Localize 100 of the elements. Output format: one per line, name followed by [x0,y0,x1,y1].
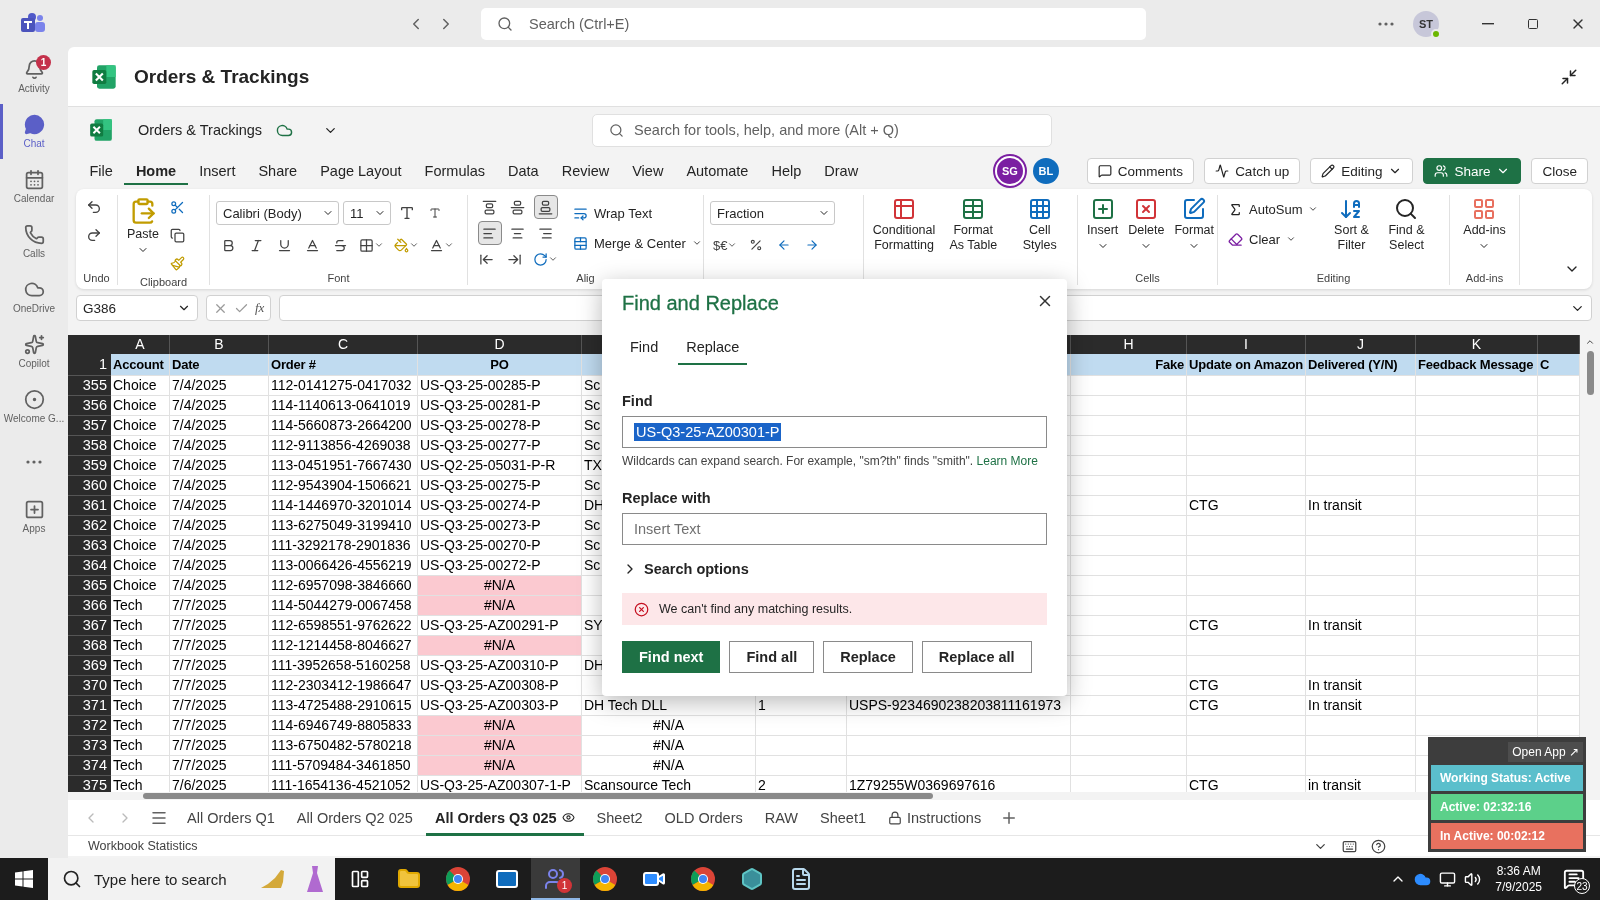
table-cell: CTG [1187,676,1306,696]
table-cell: Choice [111,576,170,596]
table-cell: Tech [111,636,170,656]
table-cell: 111-5709484-3461850 [269,756,418,776]
table-cell: In transit [1306,696,1416,716]
row-number: 356 [68,396,111,416]
table-cell: Tech [111,696,170,716]
row-number: 358 [68,436,111,456]
table-cell: US-Q3-25-AZ00303-P [418,696,582,716]
table-cell: 112-6598551-9762622 [269,616,418,636]
table-cell: In transit [1306,676,1416,696]
dialog-title: Find and Replace [622,291,779,315]
table-cell: #N/A [582,716,756,736]
header-cell: Fake [1071,354,1187,376]
row-number: 366 [68,596,111,616]
table-cell: 7/4/2025 [170,476,269,496]
header-cell: Delivered (Y/N) [1306,354,1416,376]
table-cell: 112-9113856-4269038 [269,436,418,456]
table-cell: #N/A [418,736,582,756]
table-cell: 7/7/2025 [170,676,269,696]
table-cell: Choice [111,436,170,456]
table-cell: 111-3952658-5160258 [269,656,418,676]
table-cell: 7/4/2025 [170,396,269,416]
table-cell: US-Q3-25-00277-P [418,436,582,456]
table-cell: 7/7/2025 [170,716,269,736]
table-cell: US-Q3-25-00285-P [418,376,582,396]
table-cell: US-Q3-25-00270-P [418,536,582,556]
table-cell: Tech [111,716,170,736]
table-cell: Tech [111,736,170,756]
table-cell: Choice [111,556,170,576]
table-cell: US-Q3-25-00274-P [418,496,582,516]
table-cell: Choice [111,376,170,396]
row-number: 367 [68,616,111,636]
table-cell: Choice [111,456,170,476]
table-cell: Choice [111,536,170,556]
notification-badge: 1 [36,55,51,70]
row-number: 374 [68,756,111,776]
table-cell: 7/6/2025 [170,776,269,792]
group-label: Alig [575,271,596,285]
table-cell: CTG [1187,776,1306,792]
table-cell: 1Z79255W0369697616 [847,776,1071,792]
table-cell: US-Q3-25-AZ00308-P [418,676,582,696]
table-cell: 7/4/2025 [170,576,269,596]
header-cell: Account [111,354,170,376]
table-cell: CTG [1187,696,1306,716]
table-cell: US-Q3-25-00272-P [418,556,582,576]
table-cell: 114-5044279-0067458 [269,596,418,616]
table-cell: US-Q3-25-00273-P [418,516,582,536]
table-cell: 113-0066426-4556219 [269,556,418,576]
row-number: 355 [68,376,111,396]
group-label: Cells [1134,271,1161,285]
table-cell: 112-2303412-1986647 [269,676,418,696]
header-cell: Update on Amazon [1187,354,1306,376]
table-cell: 7/7/2025 [170,636,269,656]
table-cell: US-Q3-25-00278-P [418,416,582,436]
group-label: Add-ins [1464,271,1505,285]
header-cell: Date [170,354,269,376]
table-cell: Choice [111,396,170,416]
table-cell: Choice [111,416,170,436]
table-cell: CTG [1187,616,1306,636]
table-cell: DH Tech DLL [582,696,756,716]
table-cell: #N/A [418,596,582,616]
table-cell: 7/4/2025 [170,376,269,396]
row-number: 365 [68,576,111,596]
table-cell: Choice [111,476,170,496]
table-cell: 112-9543904-1506621 [269,476,418,496]
table-cell: #N/A [418,756,582,776]
notification-badge: 1 [557,878,572,893]
table-cell: #N/A [582,736,756,756]
status-text: Workbook Statistics [88,839,198,853]
table-cell: 1 [756,696,847,716]
table-cell: 7/7/2025 [170,616,269,636]
row-number: 370 [68,676,111,696]
table-cell: 7/4/2025 [170,436,269,456]
group-label: Undo [82,271,111,285]
table-cell: Scansource Tech [582,776,756,792]
table-cell: In transit [1306,616,1416,636]
table-cell: #N/A [418,576,582,596]
field-label: Find [622,393,653,409]
table-cell: #N/A [418,636,582,656]
error-text: We can't find any matching results. [659,602,853,616]
group-label: Editing [1315,271,1352,285]
table-cell: 112-0141275-0417032 [269,376,418,396]
row-number: 368 [68,636,111,656]
table-cell: 7/4/2025 [170,536,269,556]
app-title: Orders & Trackings [134,65,310,88]
row-number: 1 [68,354,111,376]
table-cell: Tech [111,756,170,776]
table-cell: 112-6957098-3846660 [269,576,418,596]
status-row: Working Status: Active [1431,765,1583,791]
table-cell: 7/4/2025 [170,416,269,436]
table-cell: 7/7/2025 [170,756,269,776]
table-cell: 2 [756,776,847,792]
table-cell: #N/A [582,756,756,776]
row-number: 373 [68,736,111,756]
status-row: Active: 02:32:16 [1431,794,1583,820]
table-cell: 113-0451951-7667430 [269,456,418,476]
table-cell: 114-5660873-2664200 [269,416,418,436]
table-cell: US-Q2-25-05031-P-R [418,456,582,476]
table-cell: 7/7/2025 [170,656,269,676]
